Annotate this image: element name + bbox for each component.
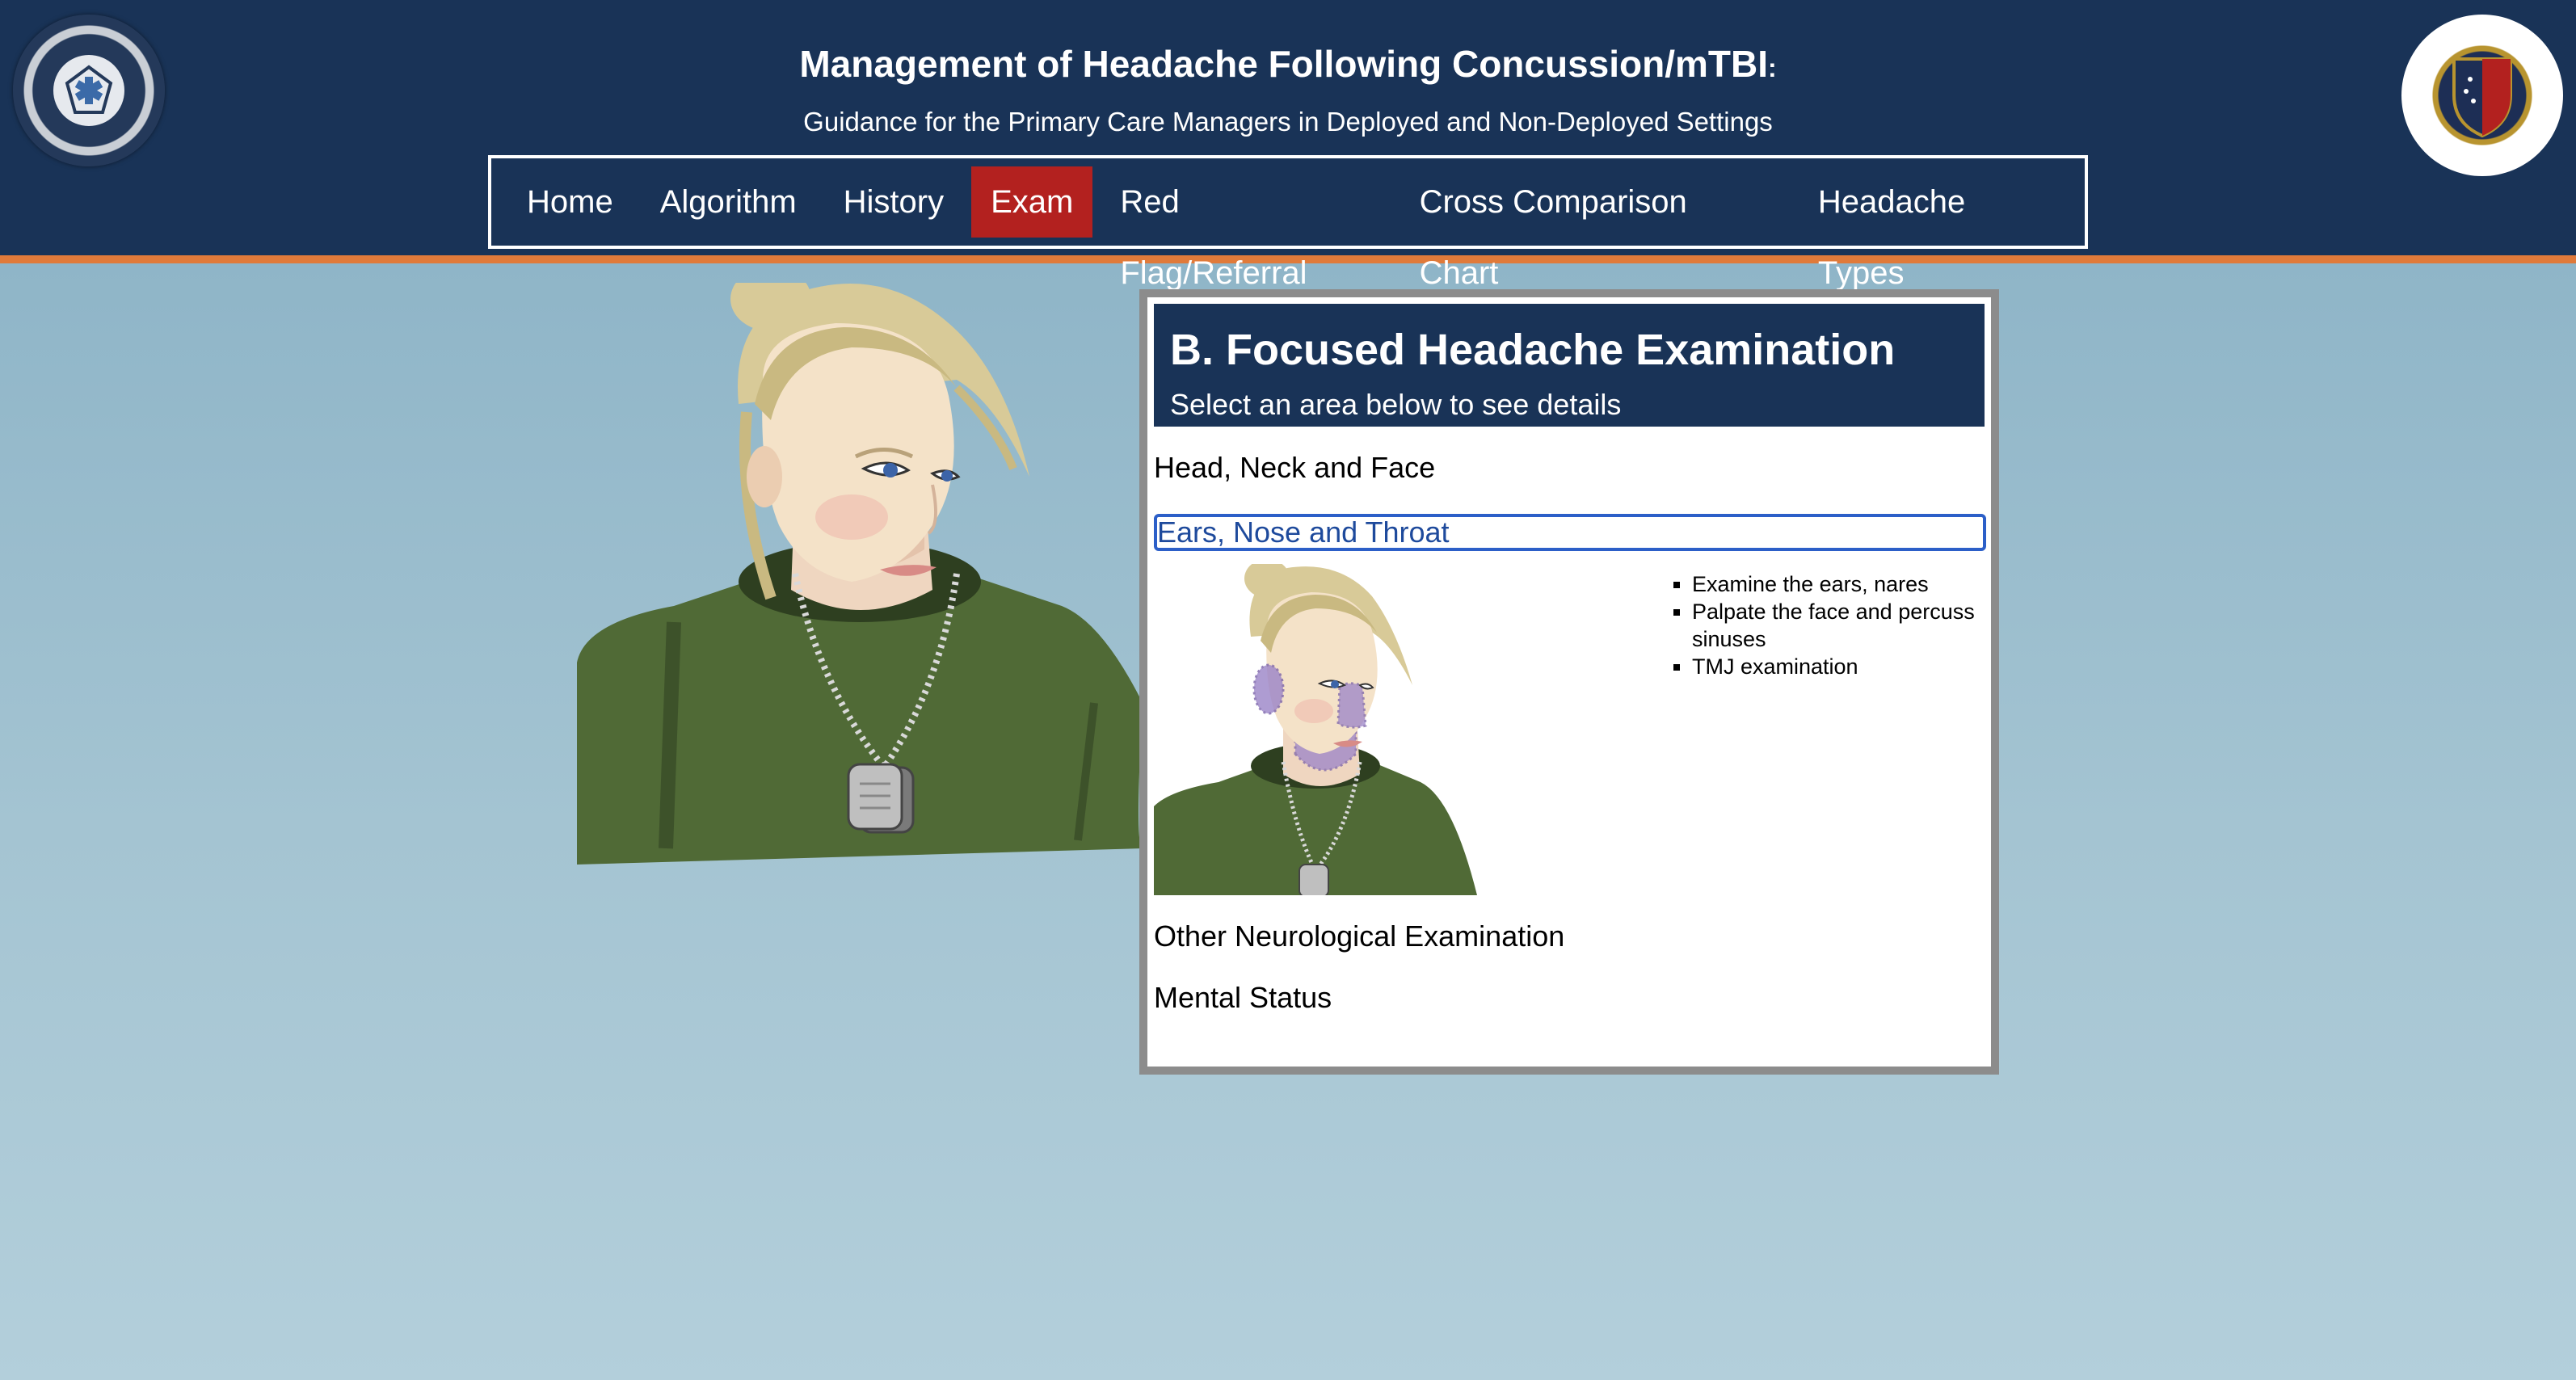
section-other-neurological-exam[interactable]: Other Neurological Examination bbox=[1154, 919, 1564, 953]
section-mental-status[interactable]: Mental Status bbox=[1154, 981, 1332, 1015]
nav-exam[interactable]: Exam bbox=[971, 166, 1093, 238]
list-item: Palpate the face and percuss sinuses bbox=[1692, 598, 1993, 653]
list-item: TMJ examination bbox=[1692, 653, 1993, 680]
page-subtitle: Guidance for the Primary Care Managers i… bbox=[803, 107, 1773, 137]
nav-algorithm[interactable]: Algorithm bbox=[641, 166, 816, 238]
panel-subtitle: Select an area below to see details bbox=[1170, 388, 1622, 421]
nav-history[interactable]: History bbox=[824, 166, 963, 238]
main-nav: Home Algorithm History Exam Red Flag/Ref… bbox=[488, 155, 2088, 291]
patient-illustration bbox=[577, 283, 1143, 865]
page-title: Management of Headache Following Concuss… bbox=[799, 43, 1777, 85]
shield-icon bbox=[2452, 57, 2512, 138]
military-health-system-logo[interactable] bbox=[13, 15, 165, 166]
nav-headache-types[interactable]: Headache Types bbox=[1799, 166, 2077, 291]
nav-home[interactable]: Home bbox=[507, 166, 633, 238]
defense-health-agency-logo[interactable] bbox=[2401, 15, 2563, 176]
nav-cross-comparison-chart[interactable]: Cross Comparison Chart bbox=[1400, 166, 1791, 291]
focused-exam-panel: B. Focused Headache Examination Select a… bbox=[1139, 289, 1999, 1075]
ent-region-illustration bbox=[1154, 564, 1477, 895]
ent-detail-list: Examine the ears, nares Palpate the face… bbox=[1669, 570, 1993, 680]
list-item: Examine the ears, nares bbox=[1692, 570, 1993, 598]
panel-header: B. Focused Headache Examination Select a… bbox=[1154, 304, 1985, 427]
panel-title: B. Focused Headache Examination bbox=[1170, 326, 1896, 374]
site-header: Management of Headache Following Concuss… bbox=[0, 0, 2576, 291]
section-ears-nose-throat[interactable]: Ears, Nose and Throat bbox=[1154, 514, 1986, 551]
nav-red-flag-referral[interactable]: Red Flag/Referral bbox=[1101, 166, 1391, 291]
section-head-neck-face[interactable]: Head, Neck and Face bbox=[1154, 451, 1435, 485]
